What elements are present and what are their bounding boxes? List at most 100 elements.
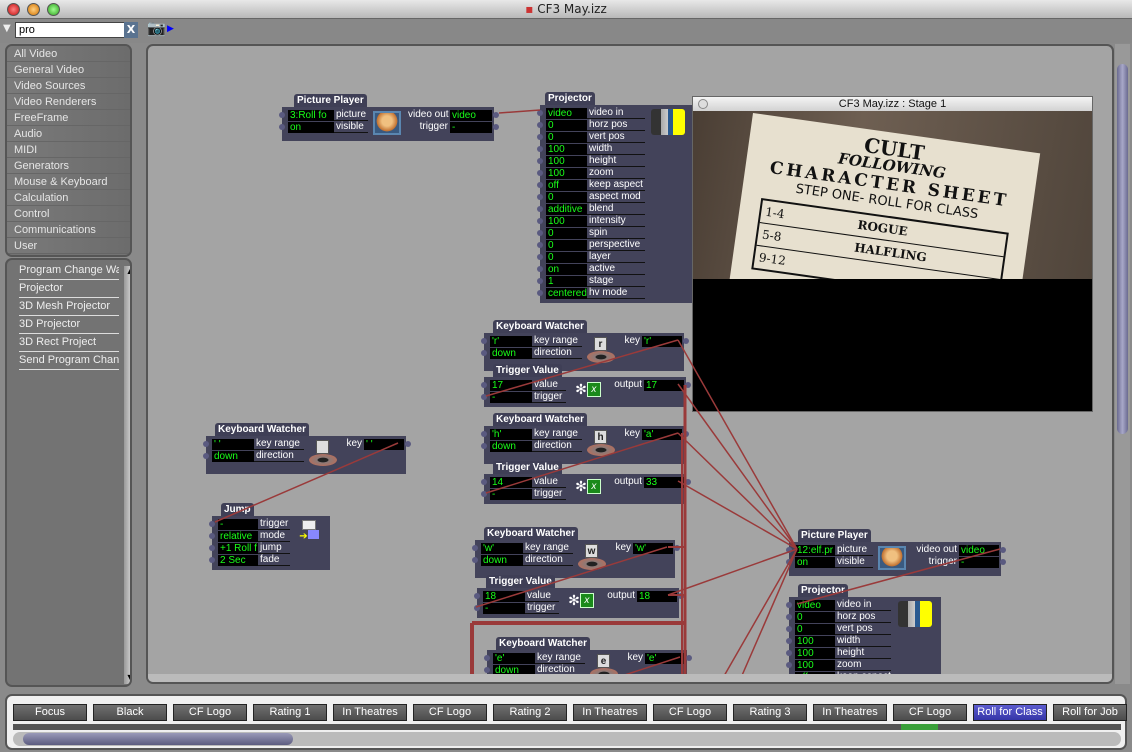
input-dot[interactable] (537, 146, 543, 152)
input-value[interactable]: 0 (795, 623, 835, 635)
input-dot[interactable] (472, 557, 478, 563)
input-dot[interactable] (786, 626, 792, 632)
input-value[interactable]: on (795, 556, 835, 568)
actor-title[interactable]: Trigger Value (486, 575, 555, 588)
input-value[interactable]: down (490, 440, 532, 452)
category-item[interactable]: All Video (7, 46, 130, 62)
clear-search-button[interactable]: X (124, 22, 138, 38)
output-dot[interactable] (685, 382, 691, 388)
category-item[interactable]: Audio (7, 126, 130, 142)
output-value[interactable]: 'e' (645, 652, 685, 664)
actor-projector[interactable]: Projector video video in 0 horz pos 0 vert pos… (786, 584, 941, 682)
category-item[interactable]: User (7, 238, 130, 254)
input-dot[interactable] (472, 545, 478, 551)
actor-picture-player[interactable]: Picture Player 3:Roll fo picture on visible v… (279, 94, 499, 141)
input-value[interactable]: 0 (546, 239, 587, 251)
input-value[interactable]: - (490, 391, 532, 403)
input-dot[interactable] (474, 605, 480, 611)
input-value[interactable]: 12:elf.pr (795, 544, 835, 556)
category-item[interactable]: MIDI (7, 142, 130, 158)
input-value[interactable]: 'e' (493, 652, 535, 664)
actor-title[interactable]: Trigger Value (493, 461, 562, 474)
input-dot[interactable] (481, 382, 487, 388)
actor-jump[interactable]: Jump - trigger relative mode +1 Roll f jump 2 S… (209, 503, 330, 570)
output-dot[interactable] (683, 431, 689, 437)
input-dot[interactable] (203, 441, 209, 447)
input-value[interactable]: +1 Roll f (218, 542, 258, 554)
actor-title[interactable]: Projector (798, 584, 848, 597)
input-value[interactable]: down (490, 347, 532, 359)
search-input[interactable]: pro (15, 22, 125, 38)
output-dot[interactable] (1000, 559, 1006, 565)
input-dot[interactable] (537, 206, 543, 212)
category-item[interactable]: Video Sources (7, 78, 130, 94)
input-value[interactable]: down (481, 554, 523, 566)
input-value[interactable]: 100 (546, 155, 587, 167)
input-value[interactable]: off (546, 179, 587, 191)
input-value[interactable]: 3:Roll fo (288, 109, 334, 121)
category-item[interactable]: Generators (7, 158, 130, 174)
cable[interactable] (677, 480, 798, 550)
cable[interactable] (677, 432, 798, 550)
scene-button[interactable]: Rating 3 (733, 704, 807, 721)
input-value[interactable]: relative (218, 530, 258, 542)
input-value[interactable]: 'w' (481, 542, 523, 554)
input-value[interactable]: 0 (546, 227, 587, 239)
scene-button[interactable]: Roll for Class (973, 704, 1047, 721)
input-dot[interactable] (537, 266, 543, 272)
input-value[interactable]: - (483, 602, 525, 614)
input-dot[interactable] (786, 602, 792, 608)
category-item[interactable]: Video Renderers (7, 94, 130, 110)
output-value[interactable]: - (450, 121, 492, 133)
actor-title[interactable]: Trigger Value (493, 364, 562, 377)
output-value[interactable]: 17 (644, 379, 684, 391)
minimize-button[interactable] (27, 3, 40, 16)
input-value[interactable]: 100 (546, 215, 587, 227)
canvas-vscrollbar[interactable] (1115, 44, 1130, 684)
category-item[interactable]: Mouse & Keyboard (7, 174, 130, 190)
input-dot[interactable] (537, 110, 543, 116)
input-dot[interactable] (484, 655, 490, 661)
input-value[interactable]: 0 (546, 119, 587, 131)
scene-scroll-thumb[interactable] (23, 733, 293, 745)
result-item[interactable]: Program Change Wa (7, 262, 130, 280)
input-value[interactable]: - (490, 488, 532, 500)
input-dot[interactable] (537, 242, 543, 248)
input-dot[interactable] (209, 533, 215, 539)
cable[interactable] (667, 548, 798, 596)
input-dot[interactable] (786, 614, 792, 620)
actor-title[interactable]: Keyboard Watcher (215, 423, 309, 436)
result-item[interactable]: Projector (7, 280, 130, 298)
results-scrollbar[interactable]: ▲▼ (124, 266, 130, 684)
input-dot[interactable] (537, 170, 543, 176)
disclosure-triangle-icon[interactable]: ▼ (3, 23, 11, 34)
input-value[interactable]: 100 (795, 635, 835, 647)
input-dot[interactable] (203, 453, 209, 459)
actor-keyboard-watcher[interactable]: Keyboard Watcher ' ' key range down directio… (203, 423, 411, 474)
input-value[interactable]: down (212, 450, 254, 462)
input-dot[interactable] (786, 638, 792, 644)
output-dot[interactable] (493, 124, 499, 130)
input-dot[interactable] (481, 394, 487, 400)
category-item[interactable]: FreeFrame (7, 110, 130, 126)
input-dot[interactable] (537, 230, 543, 236)
close-button[interactable] (7, 3, 20, 16)
input-dot[interactable] (537, 278, 543, 284)
input-value[interactable]: 'h' (490, 428, 532, 440)
input-dot[interactable] (537, 182, 543, 188)
input-dot[interactable] (481, 350, 487, 356)
input-value[interactable]: 14 (490, 476, 532, 488)
input-dot[interactable] (481, 338, 487, 344)
result-item[interactable]: 3D Projector (7, 316, 130, 334)
output-value[interactable]: - (959, 556, 999, 568)
output-dot[interactable] (685, 479, 691, 485)
scene-button[interactable]: In Theatres (573, 704, 647, 721)
scene-button[interactable]: CF Logo (893, 704, 967, 721)
input-value[interactable]: 18 (483, 590, 525, 602)
input-value[interactable]: - (218, 518, 258, 530)
result-item[interactable]: 3D Mesh Projector (7, 298, 130, 316)
scene-button[interactable]: Rating 2 (493, 704, 567, 721)
input-value[interactable]: 0 (795, 611, 835, 623)
input-dot[interactable] (537, 158, 543, 164)
input-dot[interactable] (537, 290, 543, 296)
